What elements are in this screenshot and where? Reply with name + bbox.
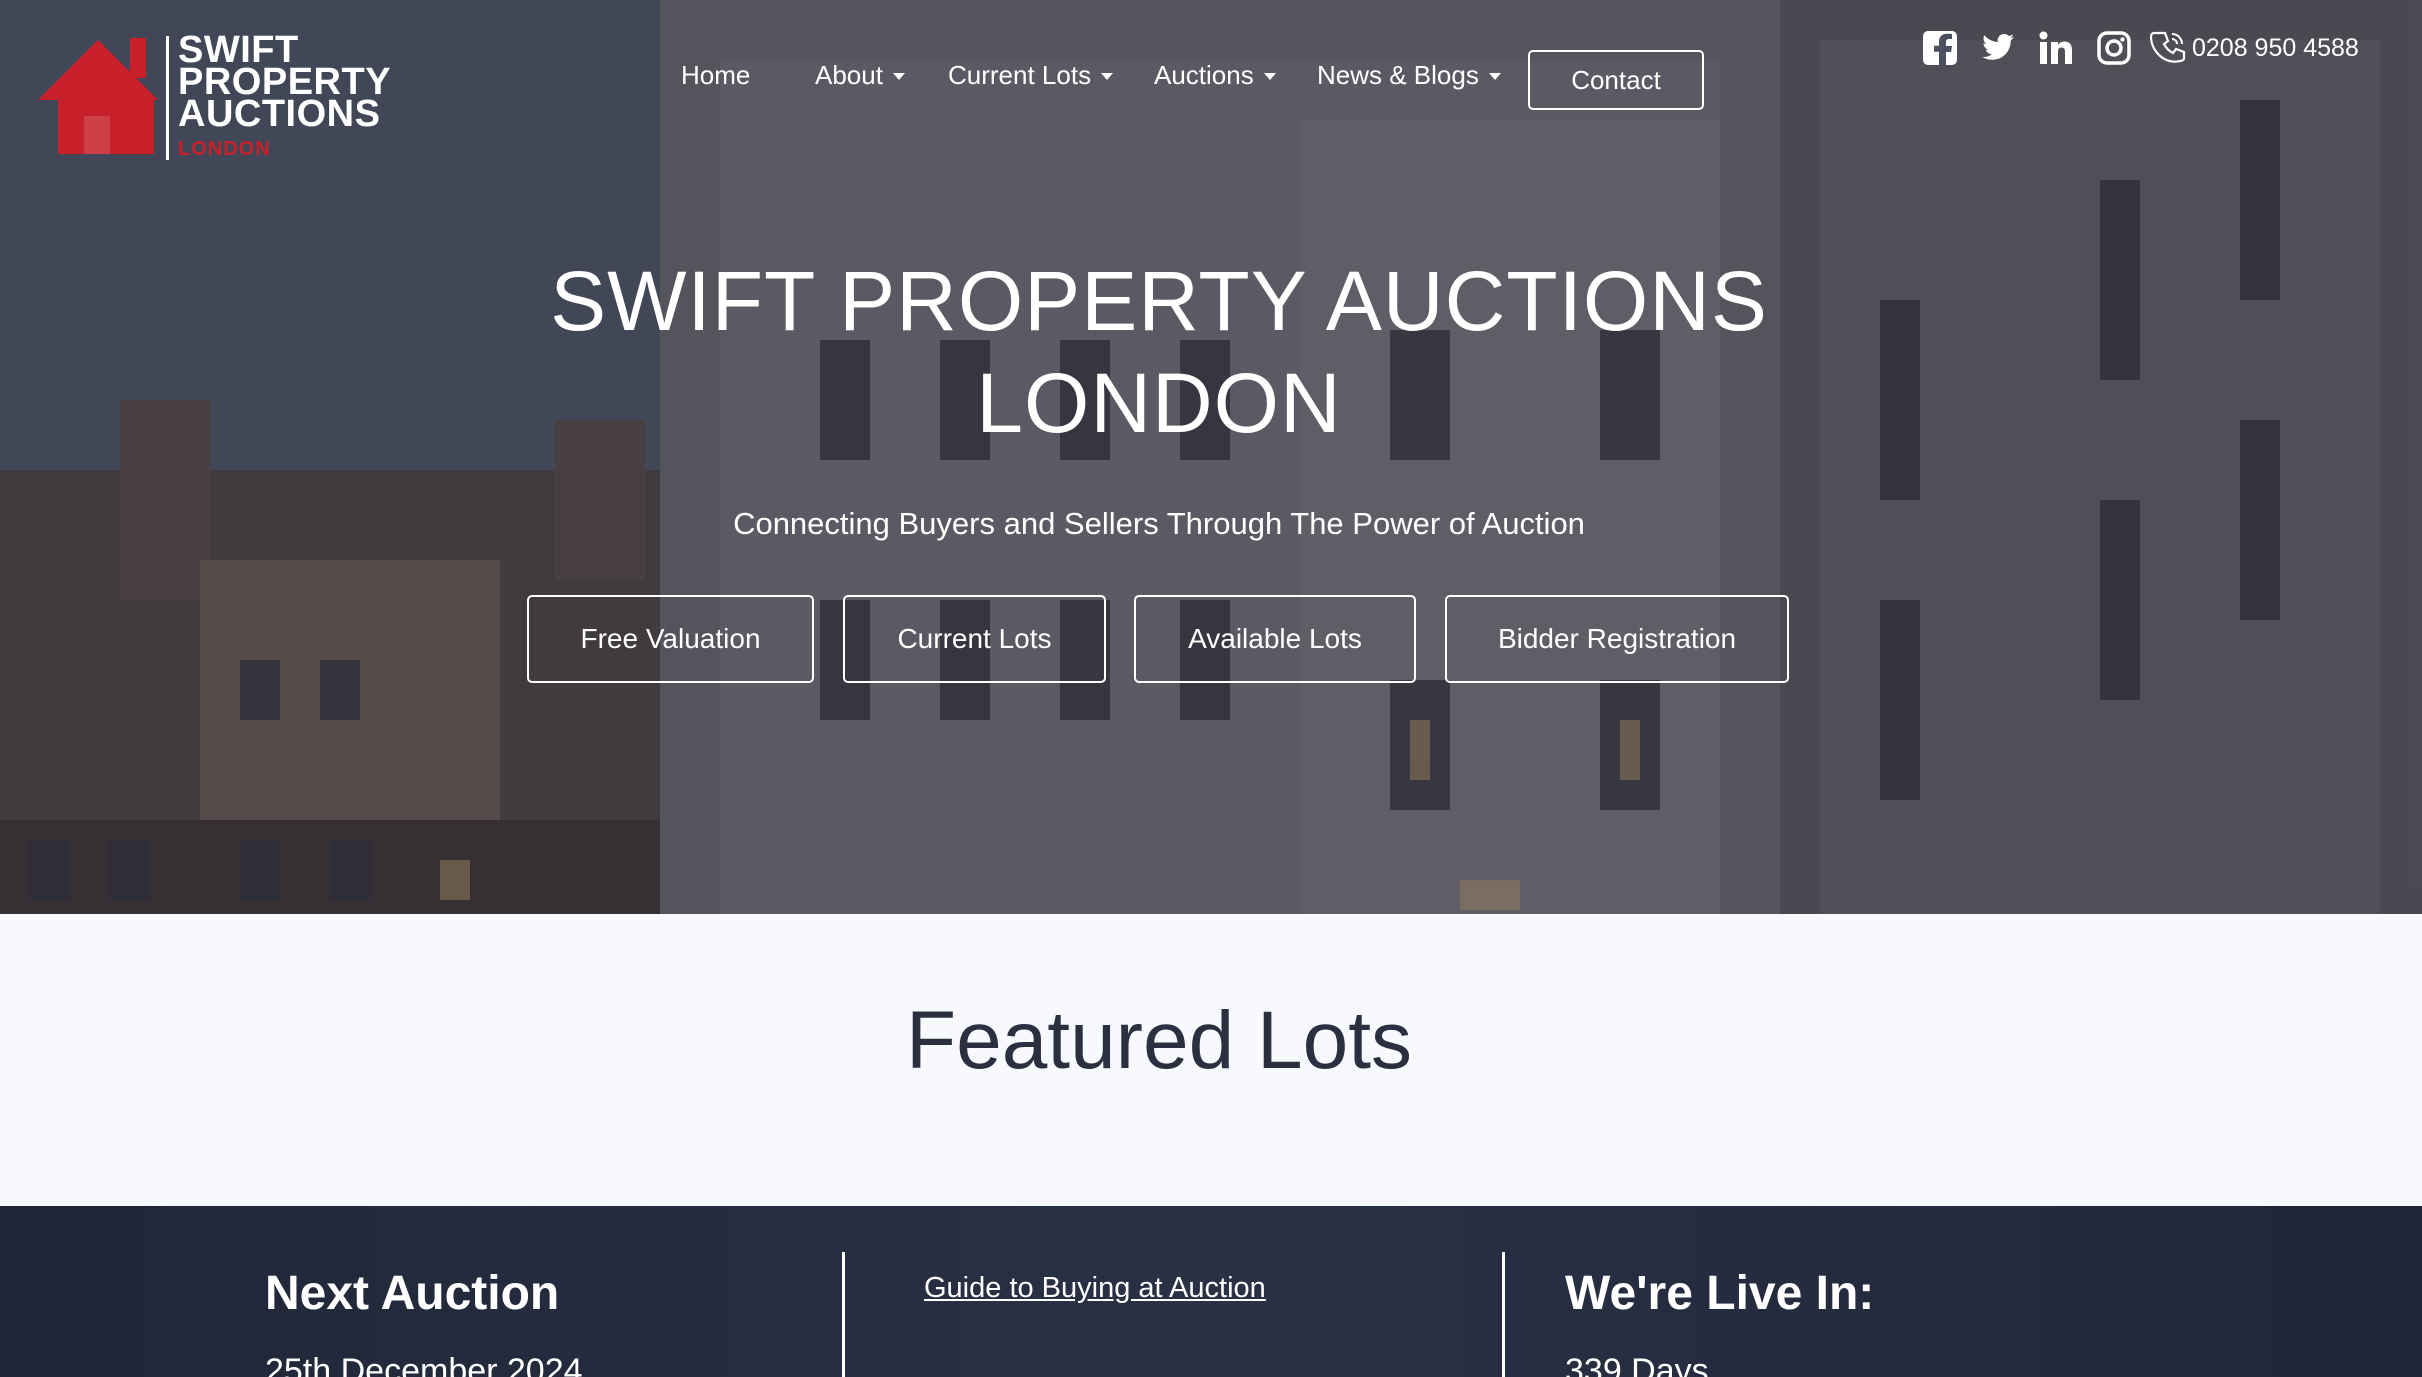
featured-lots-section: Featured Lots bbox=[0, 914, 2422, 1206]
hero-title-line-2: LONDON bbox=[976, 356, 1342, 450]
logo-wordmark: SWIFT PROPERTY AUCTIONS bbox=[178, 31, 391, 135]
hero-title: SWIFT PROPERTY AUCTIONS LONDON bbox=[0, 250, 2318, 454]
chevron-down-icon bbox=[1263, 73, 1276, 80]
current-lots-button[interactable]: Current Lots bbox=[843, 595, 1106, 683]
nav-home[interactable]: Home bbox=[681, 60, 750, 91]
next-auction-date: 25th December 2024 bbox=[265, 1352, 583, 1377]
social-links bbox=[1922, 30, 2132, 66]
featured-lots-title: Featured Lots bbox=[906, 995, 1412, 1086]
available-lots-button[interactable]: Available Lots bbox=[1134, 595, 1416, 683]
divider bbox=[1502, 1252, 1505, 1377]
site-logo[interactable]: SWIFT PROPERTY AUCTIONS LONDON bbox=[38, 31, 428, 164]
hero-subtitle: Connecting Buyers and Sellers Through Th… bbox=[733, 506, 1585, 541]
nav-about-label: About bbox=[815, 60, 883, 90]
live-countdown-value: 339 Days bbox=[1565, 1352, 1709, 1377]
divider bbox=[842, 1252, 845, 1377]
nav-auctions-label: Auctions bbox=[1154, 60, 1254, 90]
next-auction-title: Next Auction bbox=[265, 1267, 560, 1320]
nav-news-label: News & Blogs bbox=[1317, 60, 1479, 90]
linkedin-icon[interactable] bbox=[2038, 30, 2074, 66]
hero-title-line-1: SWIFT PROPERTY AUCTIONS bbox=[550, 254, 1768, 348]
guide-buying-link[interactable]: Guide to Buying at Auction bbox=[924, 1272, 1266, 1305]
house-icon bbox=[38, 38, 158, 154]
auction-info-strip: Next Auction 25th December 2024 Guide to… bbox=[0, 1206, 2422, 1377]
chevron-down-icon bbox=[892, 73, 905, 80]
facebook-icon[interactable] bbox=[1922, 30, 1958, 66]
instagram-icon[interactable] bbox=[2096, 30, 2132, 66]
logo-line-3: AUCTIONS bbox=[178, 93, 381, 135]
bidder-registration-button[interactable]: Bidder Registration bbox=[1445, 595, 1789, 683]
nav-auctions[interactable]: Auctions bbox=[1154, 60, 1276, 91]
nav-current-lots[interactable]: Current Lots bbox=[948, 60, 1114, 91]
chevron-down-icon bbox=[1101, 73, 1114, 80]
phone-link[interactable]: 0208 950 4588 bbox=[2150, 30, 2359, 66]
live-countdown-title: We're Live In: bbox=[1565, 1267, 1875, 1320]
phone-icon bbox=[2150, 31, 2186, 63]
phone-number: 0208 950 4588 bbox=[2192, 33, 2359, 62]
logo-divider bbox=[166, 36, 169, 160]
nav-current-lots-label: Current Lots bbox=[948, 60, 1092, 90]
chevron-down-icon bbox=[1488, 73, 1501, 80]
nav-news-blogs[interactable]: News & Blogs bbox=[1317, 60, 1501, 91]
contact-button[interactable]: Contact bbox=[1528, 50, 1704, 110]
free-valuation-button[interactable]: Free Valuation bbox=[527, 595, 814, 683]
nav-home-label: Home bbox=[681, 60, 751, 90]
logo-subtitle: LONDON bbox=[178, 138, 271, 160]
nav-about[interactable]: About bbox=[815, 60, 905, 91]
twitter-icon[interactable] bbox=[1980, 30, 2016, 66]
